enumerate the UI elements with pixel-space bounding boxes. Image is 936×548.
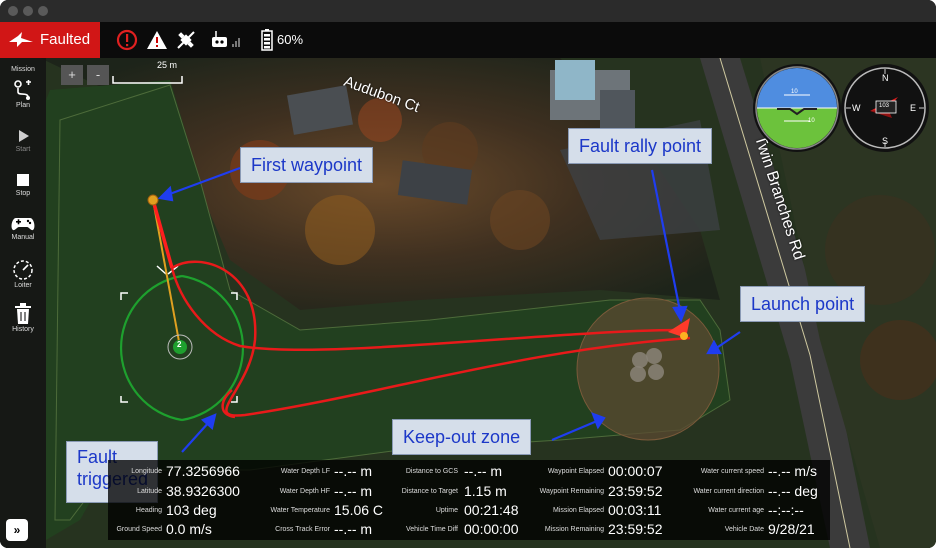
distance-to-gcs-value: --.-- m bbox=[464, 463, 503, 479]
water-current-age-label: Water current age bbox=[708, 507, 764, 514]
tool-stop-label: Stop bbox=[15, 190, 31, 197]
waypoint-elapsed-label: Waypoint Elapsed bbox=[547, 468, 604, 475]
zoom-out-button[interactable]: - bbox=[87, 65, 109, 85]
app-window: Faulted 60% Audubon Ct Twin Branches Rd … bbox=[0, 0, 936, 548]
longitude-label: Longitude bbox=[131, 468, 162, 475]
tool-start-label: Start bbox=[15, 146, 31, 153]
vehicle-time-diff-value: 00:00:00 bbox=[464, 521, 519, 537]
stop-icon bbox=[17, 174, 29, 186]
attitude-bottom-label: 10 bbox=[808, 118, 815, 124]
water-current-direction-value: --.-- deg bbox=[768, 483, 818, 499]
water-depth-hf-value: --.-- m bbox=[334, 483, 373, 499]
waypoint-remaining-value: 23:59:52 bbox=[608, 483, 663, 499]
tool-manual[interactable]: Manual bbox=[0, 214, 46, 241]
gamepad-icon bbox=[11, 218, 35, 231]
compass-w-label: W bbox=[852, 103, 861, 113]
water-depth-hf-label: Water Depth HF bbox=[279, 488, 330, 495]
compass-n-label: N bbox=[882, 73, 889, 83]
close-window-button[interactable] bbox=[8, 6, 18, 16]
callout-keep-out-zone: Keep-out zone bbox=[392, 419, 532, 455]
rc-signal-icon[interactable] bbox=[210, 29, 246, 51]
vehicle-date-label: Vehicle Date bbox=[724, 526, 764, 533]
callout-launch-point: Launch point bbox=[740, 286, 866, 322]
scale-label: 25 m bbox=[157, 60, 178, 70]
expand-panel-button[interactable]: » bbox=[6, 519, 28, 541]
plan-route-icon bbox=[14, 80, 31, 100]
battery-icon[interactable] bbox=[261, 29, 273, 51]
waypoint-elapsed-value: 00:00:07 bbox=[608, 463, 663, 479]
distance-to-target-label: Distance to Target bbox=[401, 488, 458, 495]
tool-mission-label: Mission bbox=[11, 66, 35, 73]
gps-off-icon[interactable] bbox=[175, 29, 197, 51]
mission-elapsed-value: 00:03:11 bbox=[608, 502, 662, 518]
water-depth-lf-value: --.-- m bbox=[334, 463, 373, 479]
water-temperature-label: Water Temperature bbox=[270, 507, 330, 514]
vehicle-logo-icon bbox=[9, 32, 33, 47]
compass-e-label: E bbox=[910, 103, 917, 113]
battery-percent: 60% bbox=[277, 32, 304, 47]
heading-label: Heading bbox=[135, 507, 162, 514]
latitude-value: 38.9326300 bbox=[166, 483, 240, 499]
water-current-speed-value: --.-- m/s bbox=[768, 463, 817, 479]
tool-loiter[interactable]: Loiter bbox=[0, 258, 46, 289]
tool-start[interactable]: Start bbox=[0, 126, 46, 153]
water-temperature-value: 15.06 C bbox=[334, 502, 384, 518]
cross-track-error-value: --.-- m bbox=[334, 521, 373, 537]
longitude-value: 77.3256966 bbox=[166, 463, 240, 479]
play-icon bbox=[19, 130, 29, 142]
maximize-window-button[interactable] bbox=[38, 6, 48, 16]
water-current-direction-label: Water current direction bbox=[693, 488, 764, 495]
top-toolbar: Faulted 60% bbox=[0, 22, 936, 58]
alert-circle-icon[interactable] bbox=[116, 29, 138, 51]
compass-s-label: S bbox=[882, 136, 889, 146]
trash-icon bbox=[15, 303, 31, 324]
uptime-value: 00:21:48 bbox=[464, 502, 519, 518]
water-current-age-value: --:--:-- bbox=[768, 502, 804, 518]
uptime-label: Uptime bbox=[435, 507, 458, 514]
flight-instruments bbox=[753, 64, 929, 152]
vehicle-status-chip[interactable]: Faulted bbox=[0, 22, 100, 58]
waypoint-number: 2 bbox=[177, 340, 182, 349]
heading-value: 103 deg bbox=[166, 502, 217, 518]
attitude-indicator-icon bbox=[757, 68, 837, 148]
distance-to-target-value: 1.15 m bbox=[464, 483, 507, 499]
minimize-window-button[interactable] bbox=[23, 6, 33, 16]
mission-elapsed-label: Mission Elapsed bbox=[553, 507, 604, 514]
water-current-speed-label: Water current speed bbox=[700, 468, 764, 475]
waypoint-remaining-label: Waypoint Remaining bbox=[539, 488, 604, 495]
tool-history[interactable]: History bbox=[0, 302, 46, 333]
heading-readout: 103 bbox=[879, 103, 890, 109]
loiter-icon bbox=[13, 260, 33, 280]
zoom-in-button[interactable]: + bbox=[61, 65, 83, 85]
cross-track-error-label: Cross Track Error bbox=[275, 526, 330, 533]
status-label: Faulted bbox=[40, 31, 91, 48]
tool-history-label: History bbox=[12, 326, 34, 333]
vehicle-date-value: 9/28/21 bbox=[768, 521, 815, 537]
tool-strip: Mission Plan Start Stop Manual Loiter Hi… bbox=[0, 58, 46, 548]
vehicle-time-diff-label: Vehicle Time Diff bbox=[405, 526, 458, 533]
water-depth-lf-label: Water Depth LF bbox=[280, 468, 330, 475]
telemetry-panel: Longitude 77.3256966 Latitude 38.9326300… bbox=[108, 460, 830, 540]
tool-loiter-label: Loiter bbox=[14, 282, 32, 289]
warning-triangle-icon[interactable] bbox=[146, 29, 168, 51]
callout-first-waypoint: First waypoint bbox=[240, 147, 374, 183]
mission-remaining-label: Mission Remaining bbox=[544, 526, 604, 533]
mission-remaining-value: 23:59:52 bbox=[608, 521, 663, 537]
distance-to-gcs-label: Distance to GCS bbox=[405, 468, 458, 475]
tool-plan-label: Plan bbox=[15, 102, 30, 109]
tool-manual-label: Manual bbox=[11, 234, 35, 241]
tool-plan[interactable]: Plan bbox=[0, 78, 46, 109]
callout-fault-rally-point: Fault rally point bbox=[568, 128, 713, 164]
latitude-label: Latitude bbox=[137, 488, 162, 495]
ground-speed-label: Ground Speed bbox=[116, 526, 162, 533]
attitude-top-label: 10 bbox=[791, 89, 798, 95]
title-bar bbox=[0, 0, 936, 22]
tool-stop[interactable]: Stop bbox=[0, 170, 46, 197]
ground-speed-value: 0.0 m/s bbox=[166, 521, 212, 537]
